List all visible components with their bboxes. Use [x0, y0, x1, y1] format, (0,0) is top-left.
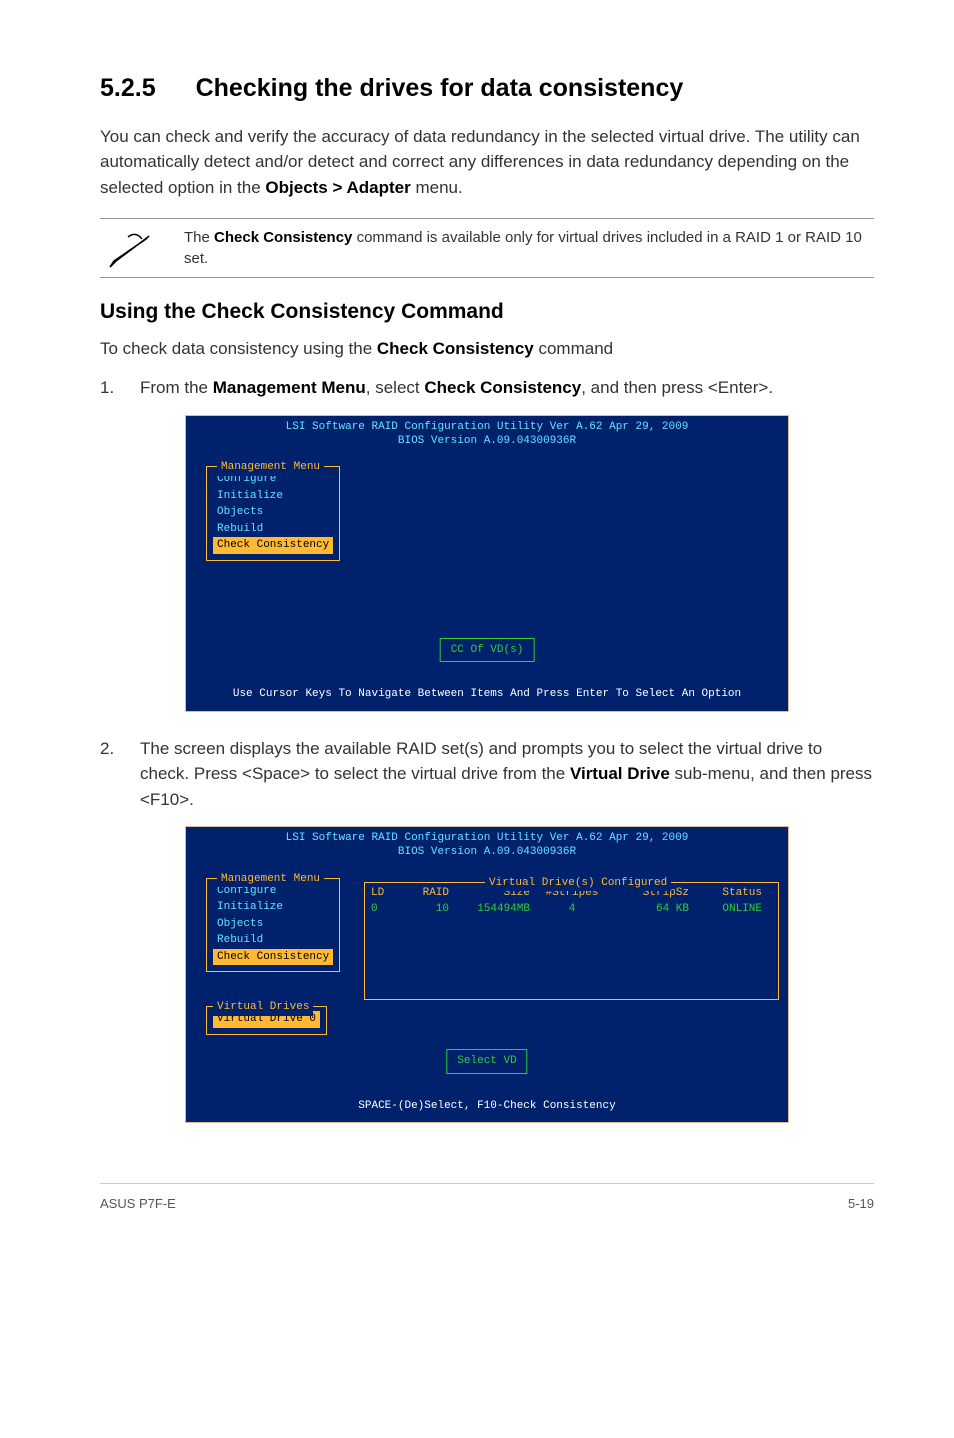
sub-intro-prefix: To check data consistency using the — [100, 339, 377, 358]
virtual-drives-label: Virtual Drives — [213, 999, 313, 1016]
bios1-titlebar: LSI Software RAID Configuration Utility … — [186, 416, 788, 453]
step-1-number: 1. — [100, 375, 140, 401]
menu2-item-check-consistency[interactable]: Check Consistency — [213, 949, 333, 966]
bios1-title2: BIOS Version A.09.04300936R — [186, 434, 788, 448]
section-heading: 5.2.5 Checking the drives for data consis… — [100, 70, 874, 108]
vd-configured-label: Virtual Drive(s) Configured — [485, 875, 671, 892]
note-callout: The Check Consistency command is availab… — [100, 218, 874, 278]
vd-status: ONLINE — [692, 901, 762, 918]
step1-p1: From the — [140, 378, 213, 397]
bios1-footer: Use Cursor Keys To Navigate Between Item… — [186, 680, 788, 711]
step-1: 1. From the Management Menu, select Chec… — [100, 375, 874, 401]
sub-intro-bold: Check Consistency — [377, 339, 534, 358]
vd-h-raid: RAID — [404, 885, 449, 902]
bios-screenshot-2: LSI Software RAID Configuration Utility … — [185, 826, 789, 1123]
step2-b1: Virtual Drive — [570, 764, 670, 783]
menu2-item-rebuild[interactable]: Rebuild — [213, 932, 333, 949]
vd-ld: 0 — [371, 901, 401, 918]
step1-b1: Management Menu — [213, 378, 366, 397]
virtual-drives-submenu: Virtual Drives Virtual Drive 0 — [206, 1006, 327, 1035]
step-2-number: 2. — [100, 736, 140, 813]
subheading: Using the Check Consistency Command — [100, 296, 874, 328]
menu-item-check-consistency[interactable]: Check Consistency — [213, 537, 333, 554]
management-menu-box-2: Management Menu Configure Initialize Obj… — [206, 878, 340, 973]
vd-table-row[interactable]: 0 10 154494MB 4 64 KB ONLINE — [371, 901, 772, 918]
step1-p2: , select — [366, 378, 425, 397]
sub-intro: To check data consistency using the Chec… — [100, 336, 874, 362]
menu-item-rebuild[interactable]: Rebuild — [213, 521, 333, 538]
footer-right: 5-19 — [848, 1194, 874, 1214]
step-2: 2. The screen displays the available RAI… — [100, 736, 874, 813]
bios2-title1: LSI Software RAID Configuration Utility … — [186, 831, 788, 845]
bios-screenshot-1: LSI Software RAID Configuration Utility … — [185, 415, 789, 712]
intro-bold: Objects > Adapter — [265, 178, 410, 197]
footer-left: ASUS P7F-E — [100, 1194, 176, 1214]
section-title-text: Checking the drives for data consistency — [196, 74, 684, 102]
bios1-title1: LSI Software RAID Configuration Utility … — [186, 420, 788, 434]
menu2-item-objects[interactable]: Objects — [213, 916, 333, 933]
bios2-footer: SPACE-(De)Select, F10-Check Consistency — [186, 1092, 788, 1123]
menu-item-objects[interactable]: Objects — [213, 504, 333, 521]
vd-stripsz: 64 KB — [614, 901, 689, 918]
management-menu-label-2: Management Menu — [217, 871, 324, 888]
step1-p3: , and then press <Enter>. — [581, 378, 773, 397]
vd-size: 154494MB — [452, 901, 530, 918]
vd-h-ld: LD — [371, 885, 401, 902]
management-menu-box: Management Menu Configure Initialize Obj… — [206, 466, 340, 561]
select-vd-box: Select VD — [446, 1049, 527, 1074]
menu2-item-initialize[interactable]: Initialize — [213, 899, 333, 916]
note-prefix: The — [184, 229, 214, 246]
intro-prefix: You can check and verify the accuracy of… — [100, 127, 860, 197]
management-menu-label: Management Menu — [217, 459, 324, 476]
vd-raid: 10 — [404, 901, 449, 918]
intro-paragraph: You can check and verify the accuracy of… — [100, 124, 874, 201]
page-footer: ASUS P7F-E 5-19 — [100, 1183, 874, 1214]
intro-suffix: menu. — [411, 178, 463, 197]
pen-note-icon — [100, 227, 160, 269]
sub-intro-suffix: command — [534, 339, 613, 358]
bios2-titlebar: LSI Software RAID Configuration Utility … — [186, 827, 788, 864]
note-text: The Check Consistency command is availab… — [184, 227, 874, 269]
virtual-drives-configured-box: Virtual Drive(s) Configured LD RAID Size… — [364, 882, 779, 1000]
cc-of-vds-box: CC Of VD(s) — [440, 638, 535, 663]
note-bold: Check Consistency — [214, 229, 352, 246]
vd-stripes: 4 — [533, 901, 611, 918]
menu-item-initialize[interactable]: Initialize — [213, 488, 333, 505]
section-number: 5.2.5 — [100, 70, 156, 108]
bios2-title2: BIOS Version A.09.04300936R — [186, 845, 788, 859]
step1-b2: Check Consistency — [424, 378, 581, 397]
vd-h-status: Status — [692, 885, 762, 902]
